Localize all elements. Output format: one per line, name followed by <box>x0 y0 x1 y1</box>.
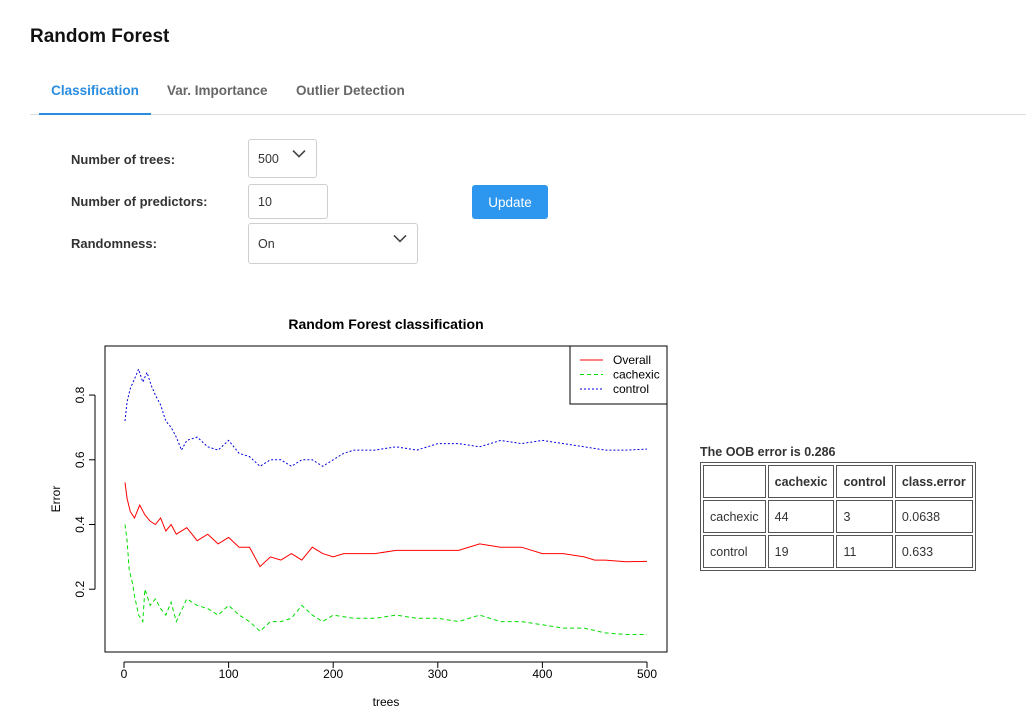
table-cell: 0.0638 <box>894 500 973 533</box>
chevron-down-icon <box>292 135 306 174</box>
table-row: cachexic 44 3 0.0638 <box>703 500 973 533</box>
trees-label: Number of trees: <box>71 152 176 167</box>
predictors-input[interactable]: 10 <box>248 184 328 219</box>
randomness-select[interactable]: On <box>248 223 418 264</box>
chart-axes: 0 100 200 300 400 500 0.2 0.4 0.6 0.8 <box>73 386 657 681</box>
tab-classification[interactable]: Classification <box>39 77 151 115</box>
table-cell: cachexic <box>703 500 766 533</box>
y-tick-label: 0.2 <box>73 581 87 598</box>
randomness-select-value: On <box>258 237 275 251</box>
x-tick-label: 500 <box>637 667 657 681</box>
legend-label: cachexic <box>613 368 660 382</box>
chart-legend: Overallcachexiccontrol <box>569 345 668 405</box>
table-cell: control <box>703 535 766 568</box>
trees-select[interactable]: 500 <box>248 139 317 178</box>
chevron-down-icon <box>393 219 407 260</box>
randomness-label: Randomness: <box>71 236 157 251</box>
update-button[interactable]: Update <box>472 185 548 219</box>
table-header-cell: cachexic <box>767 465 835 498</box>
table-header-cell: control <box>836 465 893 498</box>
x-tick-label: 300 <box>428 667 448 681</box>
confusion-matrix-table: cachexic control class.error cachexic 44… <box>700 462 976 571</box>
y-axis-label: Error <box>49 486 63 513</box>
tab-bar: Classification Var. Importance Outlier D… <box>30 77 1026 115</box>
x-tick-label: 100 <box>219 667 239 681</box>
x-tick-label: 200 <box>323 667 343 681</box>
oob-error-text: The OOB error is 0.286 <box>700 445 836 459</box>
y-tick-label: 0.8 <box>73 386 87 403</box>
page-title: Random Forest <box>30 26 170 47</box>
table-header-cell: class.error <box>894 465 973 498</box>
table-header-cell <box>703 465 766 498</box>
x-tick-label: 0 <box>121 667 128 681</box>
series-line-overall <box>124 482 648 568</box>
table-cell: 0.633 <box>894 535 973 568</box>
series-line-control <box>124 367 648 467</box>
tab-outlier-detection[interactable]: Outlier Detection <box>296 77 405 115</box>
table-row: control 19 11 0.633 <box>703 535 973 568</box>
predictors-label: Number of predictors: <box>71 194 208 209</box>
legend-label: control <box>613 382 649 396</box>
chart-title: Random Forest classification <box>288 316 483 332</box>
table-cell: 44 <box>767 500 835 533</box>
table-cell: 11 <box>836 535 893 568</box>
tab-var-importance[interactable]: Var. Importance <box>167 77 268 115</box>
x-axis-label: trees <box>373 695 400 709</box>
table-cell: 3 <box>836 500 893 533</box>
chart-series <box>124 367 648 635</box>
y-tick-label: 0.4 <box>73 516 87 533</box>
error-rate-chart: Random Forest classification 0 100 200 300 4… <box>49 316 668 709</box>
table-header-row: cachexic control class.error <box>703 465 973 498</box>
series-line-cachexic <box>124 524 647 635</box>
y-tick-label: 0.6 <box>73 451 87 468</box>
x-tick-label: 400 <box>532 667 552 681</box>
legend-label: Overall <box>613 353 651 367</box>
table-cell: 19 <box>767 535 835 568</box>
trees-select-value: 500 <box>258 152 279 166</box>
